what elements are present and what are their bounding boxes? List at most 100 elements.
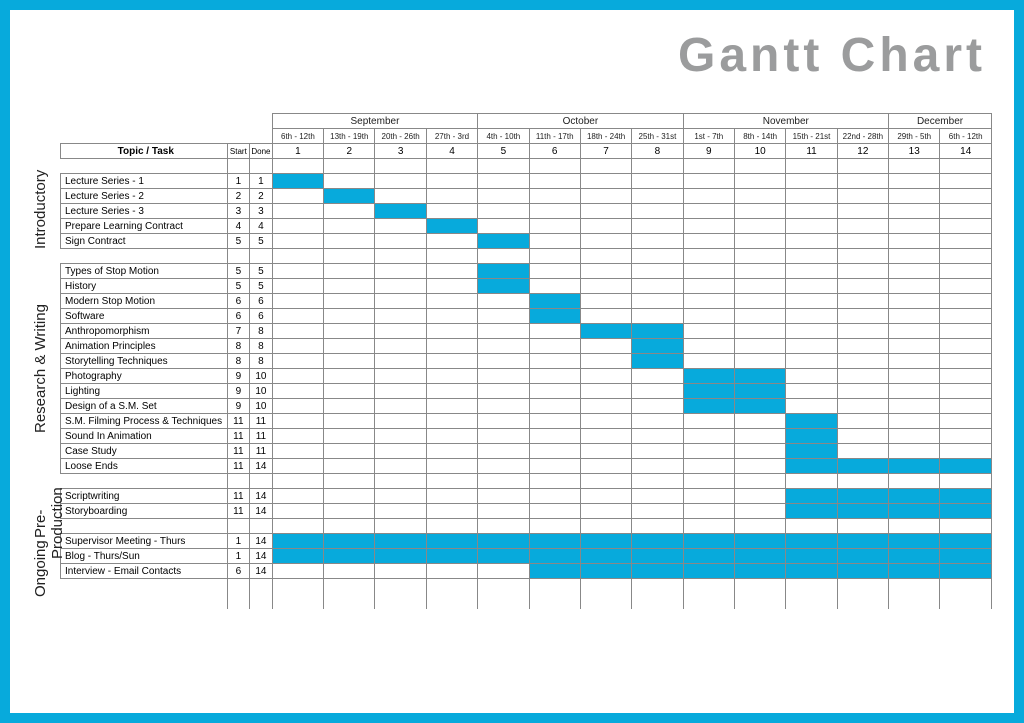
gantt-cell [375, 354, 426, 369]
gantt-cell [683, 549, 734, 564]
task-done: 14 [250, 504, 273, 519]
gantt-cell [426, 444, 477, 459]
gantt-cell [426, 534, 477, 549]
gantt-cell [580, 324, 631, 339]
gantt-cell [683, 489, 734, 504]
gantt-cell [632, 174, 683, 189]
gantt-cell [375, 324, 426, 339]
gantt-cell [889, 279, 940, 294]
task-start: 4 [227, 219, 250, 234]
task-done: 6 [250, 309, 273, 324]
gantt-cell [324, 354, 375, 369]
gantt-cell [426, 339, 477, 354]
task-start: 6 [227, 564, 250, 579]
gantt-cell [375, 189, 426, 204]
gantt-cell [478, 549, 529, 564]
gantt-cell [837, 489, 888, 504]
gantt-cell [734, 444, 785, 459]
gantt-cell [734, 414, 785, 429]
gantt-cell [324, 264, 375, 279]
week-range: 20th - 26th [375, 129, 426, 144]
task-start: 7 [227, 324, 250, 339]
gantt-cell [375, 444, 426, 459]
gantt-cell [837, 189, 888, 204]
gantt-cell [940, 564, 992, 579]
gantt-cell [529, 384, 580, 399]
gantt-cell [580, 279, 631, 294]
task-done: 14 [250, 459, 273, 474]
gantt-cell [837, 444, 888, 459]
gantt-cell [272, 504, 323, 519]
gantt-cell [837, 219, 888, 234]
week-range: 6th - 12th [940, 129, 992, 144]
week-number: 8 [632, 144, 683, 159]
gantt-cell [580, 309, 631, 324]
gantt-cell [683, 204, 734, 219]
gantt-cell [529, 309, 580, 324]
task-done: 2 [250, 189, 273, 204]
gantt-cell [375, 504, 426, 519]
gantt-cell [324, 369, 375, 384]
task-done: 4 [250, 219, 273, 234]
gantt-cell [478, 399, 529, 414]
gantt-cell [426, 309, 477, 324]
gantt-cell [837, 324, 888, 339]
gantt-cell [632, 294, 683, 309]
gantt-cell [324, 459, 375, 474]
gantt-cell [734, 204, 785, 219]
gantt-cell [580, 369, 631, 384]
gantt-cell [734, 234, 785, 249]
gantt-cell [940, 504, 992, 519]
week-number: 10 [734, 144, 785, 159]
gantt-cell [837, 564, 888, 579]
gantt-cell [683, 219, 734, 234]
gantt-cell [478, 264, 529, 279]
gantt-cell [786, 189, 837, 204]
gantt-cell [837, 414, 888, 429]
gantt-cell [324, 189, 375, 204]
task-row: Sign Contract55 [61, 234, 992, 249]
gantt-cell [940, 384, 992, 399]
gantt-cell [786, 534, 837, 549]
gantt-cell [889, 354, 940, 369]
task-done: 8 [250, 354, 273, 369]
gantt-cell [940, 414, 992, 429]
gantt-cell [837, 279, 888, 294]
gantt-cell [272, 429, 323, 444]
gantt-cell [272, 339, 323, 354]
gantt-cell [324, 234, 375, 249]
gantt-cell [837, 459, 888, 474]
gantt-cell [324, 414, 375, 429]
task-name: Storytelling Techniques [61, 354, 228, 369]
gantt-cell [324, 444, 375, 459]
task-name: History [61, 279, 228, 294]
gantt-cell [272, 189, 323, 204]
gantt-cell [324, 324, 375, 339]
gantt-cell [580, 384, 631, 399]
gantt-cell [426, 429, 477, 444]
gantt-cell [529, 264, 580, 279]
gantt-cell [529, 369, 580, 384]
gantt-cell [889, 234, 940, 249]
gantt-cell [426, 174, 477, 189]
gantt-cell [426, 294, 477, 309]
task-row: History55 [61, 279, 992, 294]
gantt-cell [375, 174, 426, 189]
gantt-cell [272, 549, 323, 564]
gantt-cell [375, 429, 426, 444]
task-done: 5 [250, 279, 273, 294]
gantt-cell [786, 504, 837, 519]
gantt-cell [632, 459, 683, 474]
gantt-cell [889, 429, 940, 444]
gantt-cell [272, 459, 323, 474]
gantt-cell [889, 189, 940, 204]
gantt-cell [786, 204, 837, 219]
gantt-cell [324, 294, 375, 309]
task-name: Interview - Email Contacts [61, 564, 228, 579]
gantt-cell [272, 414, 323, 429]
gantt-cell [734, 264, 785, 279]
group-label: Introductory [32, 174, 49, 249]
task-start: 1 [227, 174, 250, 189]
gantt-cell [786, 339, 837, 354]
gantt-cell [324, 279, 375, 294]
